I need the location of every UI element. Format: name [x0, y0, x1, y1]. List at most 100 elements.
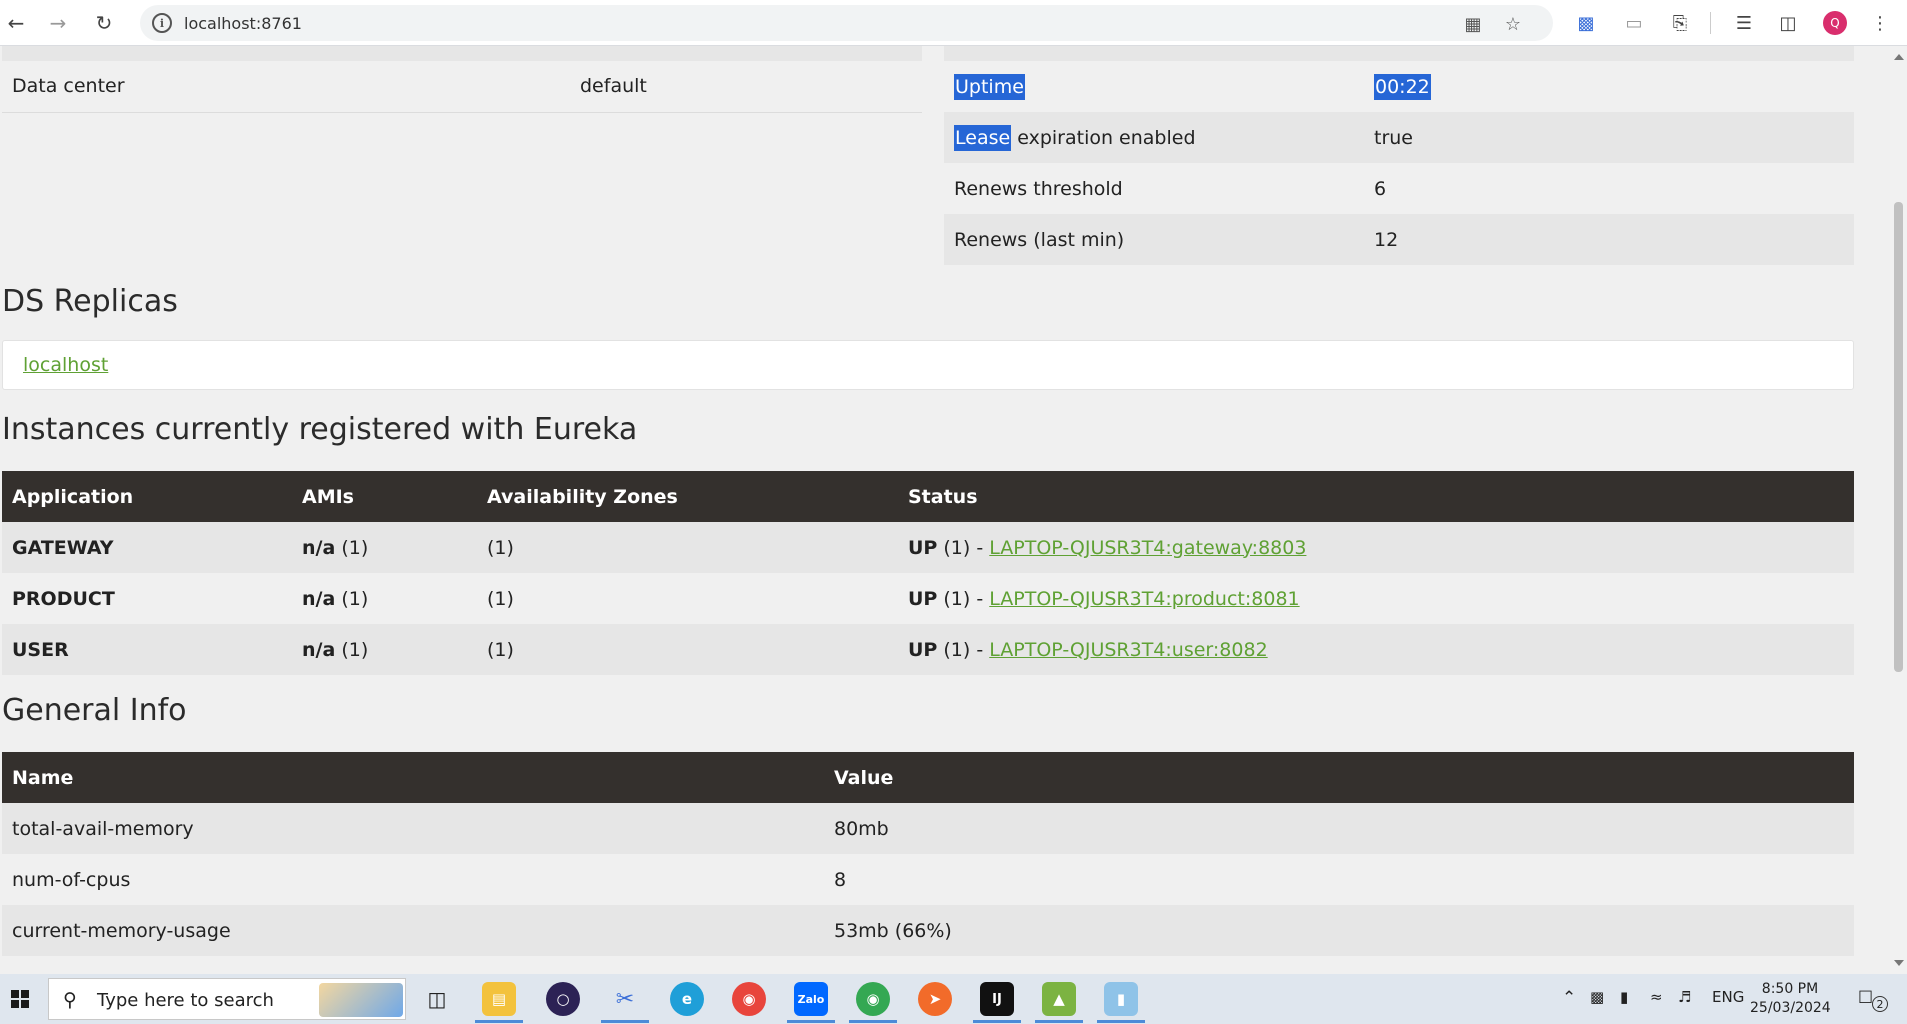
extension-icon[interactable]: ▭ — [1622, 11, 1646, 35]
zalo-icon[interactable]: Zalo — [794, 982, 828, 1016]
replica-link[interactable]: localhost — [23, 354, 108, 376]
active-indicator — [1035, 1020, 1083, 1023]
task-view-icon[interactable]: ◫ — [420, 982, 454, 1016]
start-button[interactable] — [0, 974, 40, 1024]
info-name: total-avail-memory — [2, 803, 824, 854]
search-icon: ⚲ — [63, 989, 77, 1011]
browser-toolbar: ← → ↻ i localhost:8761 ▦ ☆ ▩ ▭ ⎘ ☰ ◫ Q ⋮ — [0, 0, 1907, 46]
zones-cell: (1) — [477, 624, 898, 675]
file-explorer-icon[interactable]: ▤ — [482, 982, 516, 1016]
address-bar[interactable]: i localhost:8761 ▦ ☆ — [140, 5, 1553, 41]
status-value: UP — [908, 536, 938, 559]
search-placeholder: Type here to search — [97, 990, 274, 1011]
info-name: num-of-cpus — [2, 854, 824, 905]
column-header: Status — [898, 471, 1854, 522]
translate-icon[interactable]: ▦ — [1462, 13, 1484, 35]
column-header: Value — [824, 752, 1854, 803]
selected-text: Uptime — [954, 73, 1025, 100]
chrome-profile-icon[interactable]: ◉ — [856, 982, 890, 1016]
active-indicator — [601, 1020, 649, 1023]
row-label: Lease expiration enabled — [944, 112, 1364, 163]
application-name: GATEWAY — [2, 522, 292, 573]
instance-link[interactable]: LAPTOP-QJUSR3T4:gateway:8803 — [989, 537, 1306, 559]
table-header-row: Application AMIs Availability Zones Stat… — [2, 471, 1854, 522]
row-label: Renews threshold — [944, 163, 1364, 214]
status-cell: UP (1) - LAPTOP-QJUSR3T4:user:8082 — [898, 624, 1854, 675]
instance-link[interactable]: LAPTOP-QJUSR3T4:product:8081 — [989, 588, 1299, 610]
side-panel-icon[interactable]: ◫ — [1776, 11, 1800, 35]
language-indicator[interactable]: ENG — [1712, 988, 1744, 1006]
postman-icon[interactable]: ➤ — [918, 982, 952, 1016]
amis-cell: n/a (1) — [292, 522, 477, 573]
url-text[interactable]: localhost:8761 — [184, 14, 302, 33]
back-arrow-icon[interactable]: ← — [2, 9, 30, 37]
menu-kebab-icon[interactable]: ⋮ — [1868, 11, 1892, 35]
application-name: USER — [2, 624, 292, 675]
system-status-right-table: Uptime 00:22 Lease expiration enabled tr… — [944, 46, 1854, 265]
zones-cell: (1) — [477, 573, 898, 624]
active-indicator — [1097, 1020, 1145, 1023]
edge-browser-icon[interactable]: e — [670, 982, 704, 1016]
table-row: Renews (last min) 12 — [944, 214, 1854, 265]
instances-heading: Instances currently registered with Eure… — [2, 412, 638, 447]
site-info-icon[interactable]: i — [152, 13, 172, 33]
column-header: Availability Zones — [477, 471, 898, 522]
ds-replicas-list: localhost — [2, 340, 1854, 390]
active-indicator — [475, 1020, 523, 1023]
battery-icon[interactable]: ▮ — [1620, 988, 1628, 1006]
wifi-icon[interactable]: ≈ — [1650, 988, 1663, 1006]
amis-cell: n/a (1) — [292, 624, 477, 675]
chrome-icon[interactable]: ◉ — [732, 982, 766, 1016]
column-header: AMIs — [292, 471, 477, 522]
ami-count: (1) — [335, 536, 369, 559]
volume-icon[interactable]: ♬ — [1678, 988, 1691, 1006]
application-name: PRODUCT — [2, 573, 292, 624]
active-indicator — [787, 1020, 835, 1023]
bookmark-star-icon[interactable]: ☆ — [1502, 13, 1524, 35]
intellij-idea-icon[interactable]: IJ — [980, 982, 1014, 1016]
reload-icon[interactable]: ↻ — [90, 9, 118, 37]
table-row: Data center default — [2, 61, 922, 113]
eureka-dashboard: Data center default Uptime 00:22 Lease e… — [0, 46, 1890, 974]
scroll-up-arrow-icon[interactable] — [1894, 54, 1904, 60]
status-cell: UP (1) - LAPTOP-QJUSR3T4:gateway:8803 — [898, 522, 1854, 573]
status-value: UP — [908, 587, 938, 610]
status-cell: UP (1) - LAPTOP-QJUSR3T4:product:8081 — [898, 573, 1854, 624]
network-monitor-icon[interactable]: ▩ — [1590, 988, 1604, 1006]
extensions-puzzle-icon[interactable]: ⎘ — [1668, 11, 1692, 35]
profile-avatar[interactable]: Q — [1823, 11, 1847, 35]
scroll-down-arrow-icon[interactable] — [1894, 960, 1904, 966]
row-value: 00:22 — [1364, 61, 1854, 112]
taskbar-search[interactable]: ⚲ Type here to search — [48, 978, 406, 1020]
clock-date: 25/03/2024 — [1750, 1000, 1831, 1016]
forward-arrow-icon[interactable]: → — [44, 9, 72, 37]
system-status-left-table: Data center default — [2, 46, 922, 113]
google-translate-extension-icon[interactable]: ▩ — [1574, 11, 1598, 35]
windows-logo-icon — [11, 990, 29, 1008]
row-value: true — [1364, 112, 1854, 163]
row-value: default — [570, 61, 922, 113]
row-label: Uptime — [944, 61, 1364, 112]
page-scrollbar[interactable] — [1890, 46, 1907, 974]
eclipse-icon[interactable]: ○ — [546, 982, 580, 1016]
snipping-tool-icon[interactable]: ✂ — [608, 982, 642, 1016]
image-app-icon[interactable]: ▲ — [1042, 982, 1076, 1016]
system-clock[interactable]: 8:50 PM 25/03/2024 — [1750, 980, 1831, 1018]
notepad-icon[interactable]: ▮ — [1104, 982, 1138, 1016]
row-value: 6 — [1364, 163, 1854, 214]
media-queue-icon[interactable]: ☰ — [1732, 11, 1756, 35]
active-indicator — [973, 1020, 1021, 1023]
notification-center-icon[interactable]: □ 2 — [1858, 986, 1888, 1012]
scroll-thumb[interactable] — [1894, 202, 1903, 672]
row-label: Data center — [2, 61, 570, 113]
info-value: 53mb (66%) — [824, 905, 1854, 956]
table-row: current-memory-usage 53mb (66%) — [2, 905, 1854, 956]
table-row: Uptime 00:22 — [944, 61, 1854, 112]
instance-link[interactable]: LAPTOP-QJUSR3T4:user:8082 — [989, 639, 1267, 661]
ami-value: n/a — [302, 638, 336, 661]
ami-value: n/a — [302, 536, 336, 559]
clock-time: 8:50 PM — [1761, 981, 1819, 997]
show-hidden-icons-chevron-up-icon[interactable]: ⌃ — [1562, 988, 1576, 1008]
status-count: (1) - — [937, 638, 990, 661]
search-highlight-image — [319, 983, 403, 1017]
